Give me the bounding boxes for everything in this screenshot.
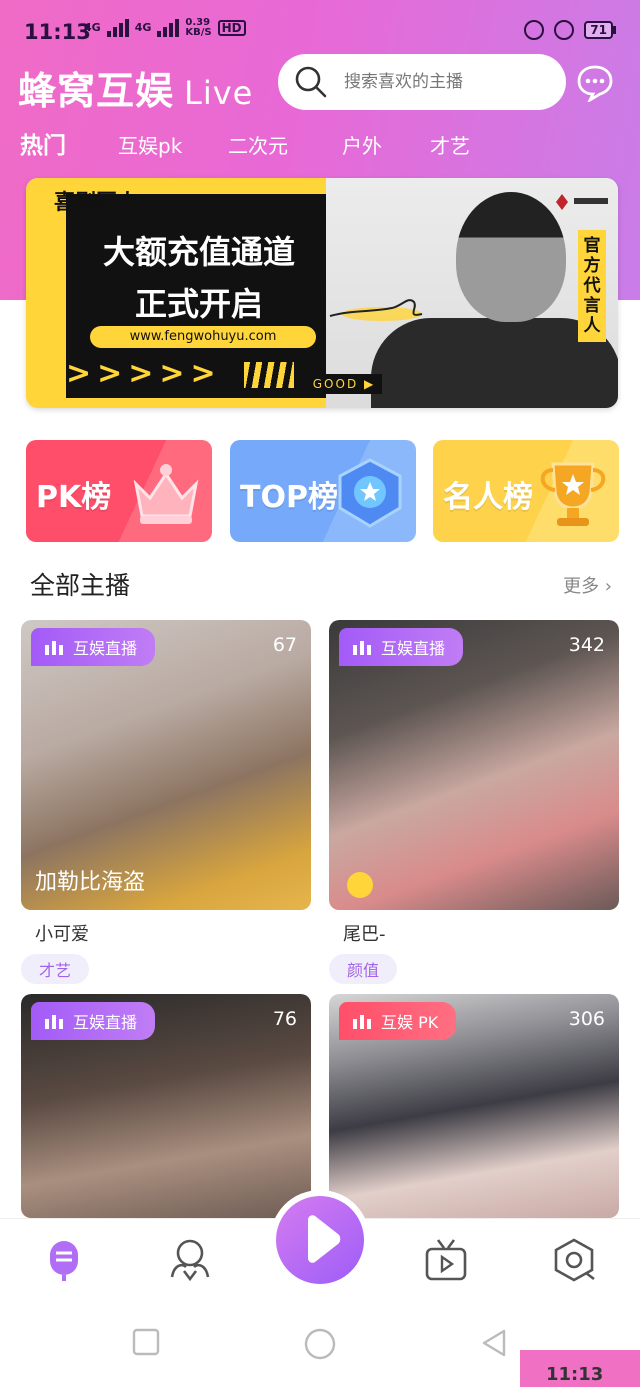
anchor-cover: 互娱直播 76 bbox=[21, 994, 311, 1218]
floating-window[interactable]: 11:13 bbox=[520, 1350, 640, 1387]
mic-icon[interactable] bbox=[42, 1237, 86, 1283]
play-button[interactable] bbox=[276, 1196, 364, 1284]
net-speed: 0.39 KB/S bbox=[185, 17, 212, 38]
banner-arrows: >>>>> bbox=[66, 356, 222, 391]
back-icon[interactable] bbox=[480, 1328, 508, 1358]
live-badge: 互娱直播 bbox=[31, 628, 156, 666]
network-type-2: 4G bbox=[134, 21, 152, 34]
hexagon-icon[interactable] bbox=[552, 1237, 596, 1283]
search-bar[interactable] bbox=[278, 54, 566, 110]
anchor-card[interactable]: 互娱 PK 306 bbox=[329, 994, 619, 1218]
viewer-count: 306 bbox=[568, 1008, 605, 1030]
anchor-card[interactable]: 互娱直播 76 bbox=[21, 994, 311, 1218]
signal-icon-2 bbox=[157, 19, 180, 37]
crown-icon bbox=[133, 464, 199, 524]
banner-url: www.fengwohuyu.com bbox=[90, 326, 316, 348]
anchor-card[interactable]: 互娱直播 67 加勒比海盗 小可爱 才艺 bbox=[21, 620, 311, 984]
tv-icon[interactable] bbox=[424, 1237, 468, 1283]
search-icon bbox=[295, 66, 327, 98]
banner-vertical-text: 官方代言人 bbox=[578, 230, 606, 342]
signature-icon bbox=[329, 299, 423, 321]
tab-anime[interactable]: 二次元 bbox=[228, 126, 342, 166]
anchor-tag[interactable]: 才艺 bbox=[21, 954, 90, 984]
hd-badge: HD bbox=[217, 20, 246, 36]
anchor-cover: 互娱直播 342 bbox=[329, 620, 619, 910]
app-screen: 11:13 4G 4G 0.39 KB/S HD 71 蜂窝互娱 Live 搜索… bbox=[0, 0, 640, 1387]
network-indicators: 4G 4G 0.39 KB/S HD bbox=[84, 18, 246, 38]
brand-logo: 蜂窝互娱 Live bbox=[18, 69, 254, 113]
top-rank-button[interactable]: TOP榜 bbox=[230, 440, 416, 542]
signal-icon bbox=[106, 19, 129, 37]
battery-icon: 71 bbox=[584, 21, 616, 39]
live-bars-icon bbox=[45, 1013, 63, 1029]
anchor-cover: 互娱 PK 306 bbox=[329, 994, 619, 1218]
live-badge: 互娱直播 bbox=[31, 1002, 156, 1040]
search-input[interactable] bbox=[344, 72, 554, 92]
more-link[interactable]: 更多 › bbox=[563, 572, 612, 598]
anchor-tag[interactable]: 颜值 bbox=[329, 954, 398, 984]
tab-talent[interactable]: 才艺 bbox=[430, 126, 490, 166]
tab-pk[interactable]: 互娱pk bbox=[118, 126, 228, 166]
lock-icon bbox=[524, 20, 545, 40]
section-title: 全部主播 bbox=[30, 571, 131, 600]
alarm-icon bbox=[554, 20, 575, 40]
banner-good: GOOD ▶ bbox=[306, 374, 382, 394]
live-bars-icon bbox=[353, 1013, 371, 1029]
live-badge: 互娱直播 bbox=[339, 628, 464, 666]
sponsor-logo-icon bbox=[556, 194, 608, 210]
cover-caption: 加勒比海盗 bbox=[35, 870, 146, 895]
anchor-cover: 互娱直播 67 加勒比海盗 bbox=[21, 620, 311, 910]
anchor-card[interactable]: 互娱直播 342 尾巴- 颜值 bbox=[329, 620, 619, 984]
home-icon[interactable] bbox=[304, 1328, 336, 1360]
viewer-count: 342 bbox=[568, 634, 605, 656]
tab-outdoor[interactable]: 户外 bbox=[342, 126, 430, 166]
promo-banner[interactable]: 喜剧匠人 大额充值通道 正式开启 www.fengwohuyu.com >>>>… bbox=[26, 178, 618, 408]
banner-tagline: 喜剧匠人 bbox=[54, 190, 138, 214]
pk-rank-button[interactable]: PK榜 bbox=[26, 440, 212, 542]
network-type-1: 4G bbox=[84, 21, 101, 34]
smiley-icon bbox=[347, 872, 373, 898]
friends-icon[interactable] bbox=[168, 1237, 212, 1283]
category-tabs: 热门 互娱pk 二次元 户外 才艺 bbox=[20, 126, 490, 166]
pk-badge: 互娱 PK bbox=[339, 1002, 457, 1040]
message-icon[interactable] bbox=[576, 64, 614, 102]
trophy-icon bbox=[540, 462, 606, 526]
status-right: 71 bbox=[524, 20, 616, 40]
status-time: 11:13 bbox=[24, 20, 91, 44]
banner-headline: 大额充值通道 正式开启 bbox=[102, 233, 295, 323]
recents-icon[interactable] bbox=[132, 1328, 160, 1356]
celebrity-rank-button[interactable]: 名人榜 bbox=[433, 440, 619, 542]
live-bars-icon bbox=[353, 639, 371, 655]
play-icon bbox=[308, 1215, 341, 1263]
viewer-count: 76 bbox=[272, 1008, 297, 1030]
anchor-name: 尾巴- bbox=[343, 924, 386, 945]
viewer-count: 67 bbox=[272, 634, 297, 656]
live-bars-icon bbox=[45, 639, 63, 655]
tab-hot[interactable]: 热门 bbox=[20, 126, 118, 166]
medal-icon bbox=[338, 458, 402, 528]
anchor-name: 小可爱 bbox=[35, 924, 89, 945]
